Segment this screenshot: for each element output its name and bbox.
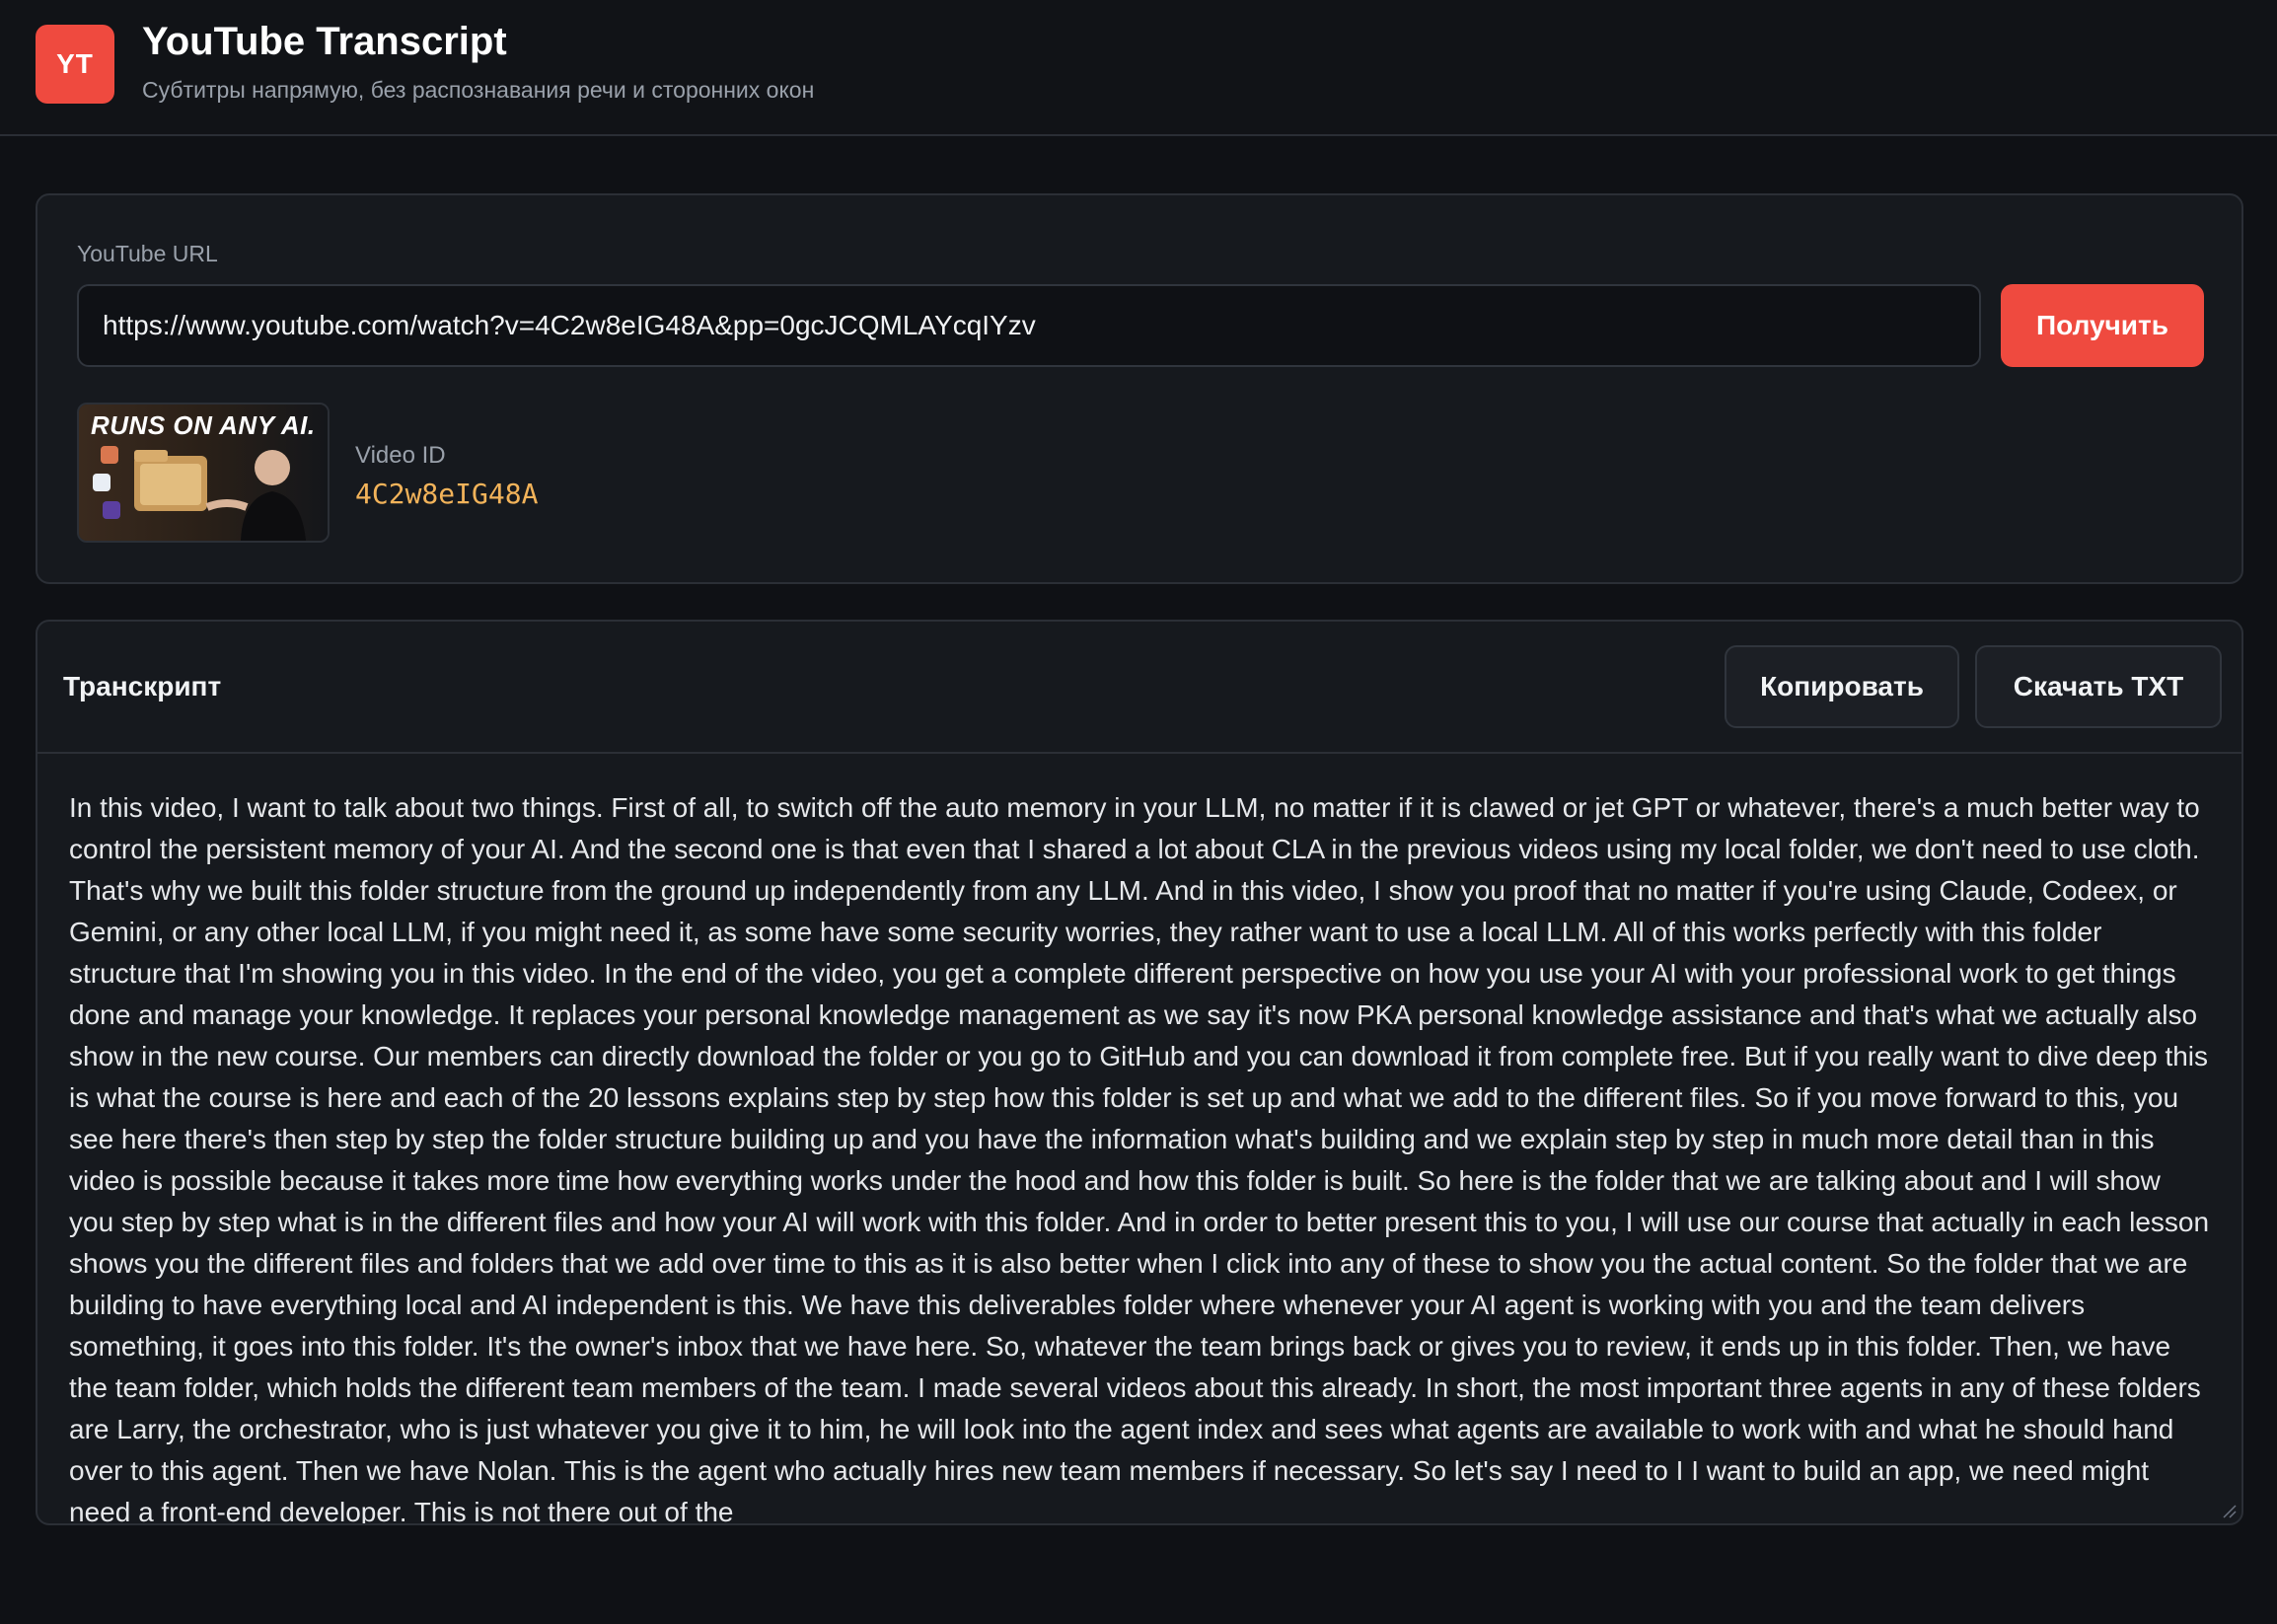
url-card: YouTube URL Получить [36,193,2243,584]
transcript-title: Транскрипт [63,671,222,701]
video-id-value: 4C2w8eIG48A [355,478,539,510]
app-title: YouTube Transcript [142,20,507,63]
transcript-textarea[interactable]: In this video, I want to talk about two … [37,754,2241,1525]
transcript-card: Транскрипт Копировать Скачать TXT In thi… [36,620,2243,1525]
app-logo: YT [36,25,114,104]
resize-grip-icon[interactable] [2220,1502,2238,1519]
thumbnail-caption: RUNS ON ANY AI. [91,410,316,440]
url-label: YouTube URL [77,241,218,266]
video-thumbnail: RUNS ON ANY AI. [77,403,330,543]
transcript-header: Транскрипт Копировать Скачать TXT [37,622,2241,754]
video-id-label: Video ID [355,442,446,469]
download-txt-button[interactable]: Скачать TXT [1975,645,2222,728]
app-subtitle: Субтитры напрямую, без распознавания реч… [142,77,815,103]
url-input[interactable] [77,284,1981,367]
app-window: YT YouTube Transcript Субтитры напрямую,… [0,0,2277,1624]
fetch-button[interactable]: Получить [2001,284,2204,367]
app-header: YT YouTube Transcript Субтитры напрямую,… [0,0,2277,136]
transcript-text: In this video, I want to talk about two … [69,792,2210,1525]
copy-button[interactable]: Копировать [1725,645,1959,728]
